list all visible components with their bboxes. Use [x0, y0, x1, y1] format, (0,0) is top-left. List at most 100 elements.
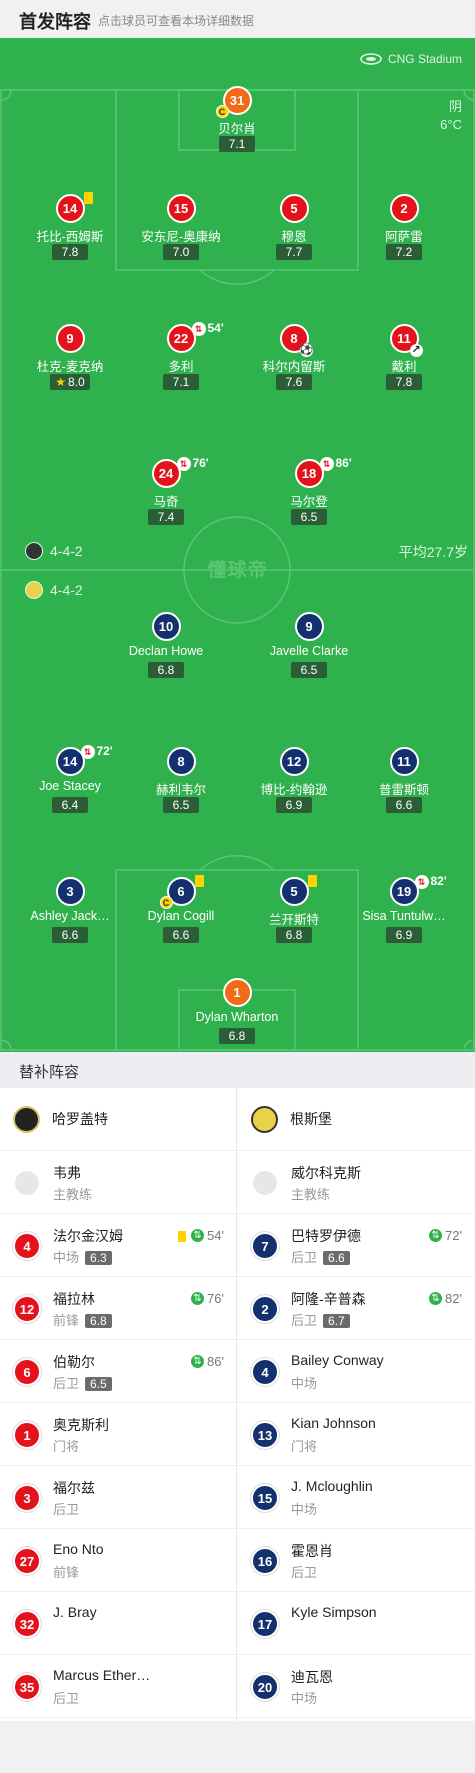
sub-number: 15	[251, 1484, 279, 1512]
away-player[interactable]: 14 ⇅ 72' Joe Stacey 6.4	[10, 744, 130, 814]
sub-row[interactable]: 27 Eno Nto 前锋	[0, 1529, 236, 1592]
away-player[interactable]: 11 普雷斯顿 6.6	[344, 747, 464, 814]
sub-row[interactable]: 2 阿隆-辛普森 后卫 6.7 ⇅ 82'	[238, 1277, 474, 1340]
player-number: 18 ⇅ 86'	[294, 456, 352, 488]
player-number: 11 ↗	[389, 324, 423, 357]
home-player[interactable]: 31 C 贝尔肖 7.1	[177, 86, 297, 153]
player-number: 8 ⚽	[279, 324, 313, 357]
sub-in-icon: ⇅	[191, 1229, 205, 1242]
sub-role: 后卫	[53, 1502, 80, 1517]
sub-rating: 6.5	[85, 1377, 112, 1391]
player-rating: 6.6	[163, 927, 199, 943]
away-formation-text: 4-4-2	[50, 582, 83, 598]
sub-role: 后卫	[291, 1313, 318, 1328]
sub-role: 中场	[53, 1250, 80, 1265]
sub-number: 27	[13, 1547, 41, 1575]
sub-number: 4	[251, 1358, 279, 1386]
player-rating: 6.5	[291, 662, 327, 678]
away-player[interactable]: 8 赫利韦尔 6.5	[121, 747, 241, 814]
sub-number: 2	[251, 1295, 279, 1323]
weather-text: 阴	[448, 99, 462, 114]
sub-name: Bailey Conway	[291, 1352, 384, 1368]
away-player[interactable]: 9 Javelle Clarke 6.5	[249, 612, 369, 679]
away-player[interactable]: 19 ⇅ 82' Sisa Tuntulw… 6.9	[344, 874, 464, 944]
away-team-row[interactable]: 根斯堡	[238, 1088, 474, 1151]
sub-row[interactable]: 13 Kian Johnson 门将	[238, 1403, 474, 1466]
sub-name: J. Bray	[53, 1604, 97, 1620]
coach-row[interactable]: 威尔科克斯 主教练	[238, 1151, 474, 1214]
sub-name: 阿隆-辛普森	[291, 1291, 366, 1307]
sub-role: 后卫	[291, 1250, 318, 1265]
assist-boot-icon: ↗	[409, 344, 423, 357]
sub-name: 伯勒尔	[53, 1354, 95, 1370]
header: 首发阵容 点击球员可查看本场详细数据	[0, 0, 475, 38]
player-rating: 6.9	[276, 797, 312, 813]
home-player[interactable]: 22 ⇅ 54' 多利 7.1	[121, 321, 241, 391]
sub-row[interactable]: 35 Marcus Ether… 后卫	[0, 1655, 236, 1718]
player-rating: 6.4	[52, 797, 88, 813]
home-player[interactable]: 14 托比-西姆斯 7.8	[10, 192, 130, 261]
sub-row[interactable]: 3 福尔兹 后卫	[0, 1466, 236, 1529]
away-player[interactable]: 6C Dylan Cogill 6.6	[121, 875, 241, 944]
home-player[interactable]: 5 穆恩 7.7	[234, 194, 354, 261]
coach-avatar-icon	[15, 1171, 39, 1195]
away-player[interactable]: 3 Ashley Jack… 6.6	[10, 877, 130, 944]
home-formation-text: 4-4-2	[50, 543, 83, 559]
sub-row[interactable]: 17 Kyle Simpson	[238, 1592, 474, 1655]
sub-name: Eno Nto	[53, 1541, 104, 1557]
sub-row[interactable]: 15 J. Mcloughlin 中场	[238, 1466, 474, 1529]
away-player[interactable]: 12 博比-约翰逊 6.9	[234, 747, 354, 814]
home-player[interactable]: 24 ⇅ 76' 马奇 7.4	[106, 456, 226, 526]
player-rating: 7.8	[386, 374, 422, 390]
player-name: 戴利	[391, 360, 417, 372]
coach-row[interactable]: 韦弗 主教练	[0, 1151, 236, 1214]
home-player[interactable]: 9 杜克-麦克纳 8.0	[10, 324, 130, 391]
home-player[interactable]: 11 ↗ 戴利 7.8	[344, 324, 464, 391]
sub-name: 迪瓦恩	[291, 1669, 333, 1685]
home-team-badge-icon	[25, 542, 43, 560]
sub-in-time: 86'	[207, 1354, 224, 1369]
sub-row[interactable]: 7 巴特罗伊德 后卫 6.6 ⇅ 72'	[238, 1214, 474, 1277]
player-name: 多利	[168, 360, 194, 372]
sub-row[interactable]: 16 霍恩肖 后卫	[238, 1529, 474, 1592]
player-rating: 7.8	[52, 244, 88, 260]
player-name: 杜克-麦克纳	[36, 360, 104, 372]
player-name: 普雷斯顿	[378, 783, 429, 795]
player-number: 19 ⇅ 82'	[389, 874, 447, 906]
player-rating: 6.8	[148, 662, 184, 678]
sub-row[interactable]: 1 奥克斯利 门将	[0, 1403, 236, 1466]
sub-role: 后卫	[53, 1691, 80, 1706]
sub-number: 4	[13, 1232, 41, 1260]
sub-number: 6	[13, 1358, 41, 1386]
captain-icon: C	[159, 896, 173, 909]
sub-role: 中场	[291, 1502, 318, 1517]
sub-row[interactable]: 6 伯勒尔 后卫 6.5 ⇅ 86'	[0, 1340, 236, 1403]
player-rating: 6.8	[276, 927, 312, 943]
player-rating-best: 8.0	[50, 374, 90, 390]
sub-name: 福尔兹	[53, 1480, 95, 1496]
sub-in-icon: ⇅	[429, 1292, 443, 1305]
substitution-out-icon: ⇅	[80, 745, 95, 759]
sub-row[interactable]: 32 J. Bray	[0, 1592, 236, 1655]
home-player[interactable]: 18 ⇅ 86' 马尔登 6.5	[249, 456, 369, 526]
coach-role: 主教练	[291, 1187, 331, 1202]
home-player[interactable]: 8 ⚽ 科尔内留斯 7.6	[234, 324, 354, 391]
stadium-name: CNG Stadium	[387, 52, 462, 66]
sub-row[interactable]: 20 迪瓦恩 中场	[238, 1655, 474, 1718]
player-number: 10	[151, 612, 181, 641]
sub-row[interactable]: 4 Bailey Conway 中场	[238, 1340, 474, 1403]
home-player[interactable]: 15 安东尼-奥康纳 7.0	[121, 194, 241, 261]
away-player[interactable]: 10 Declan Howe 6.8	[106, 612, 226, 679]
sub-row[interactable]: 4 法尔金汉姆 中场 6.3 ⇅ 54'	[0, 1214, 236, 1277]
substitution-time: 86'	[335, 456, 352, 470]
player-number: 6C	[159, 875, 204, 909]
sub-role: 前锋	[53, 1313, 80, 1328]
player-rating: 6.6	[52, 927, 88, 943]
sub-row[interactable]: 12 福拉林 前锋 6.8 ⇅ 76'	[0, 1277, 236, 1340]
away-player[interactable]: 1 Dylan Wharton 6.8	[177, 978, 297, 1045]
player-name: 赫利韦尔	[155, 783, 206, 795]
home-player[interactable]: 2 阿萨雷 7.2	[344, 194, 464, 261]
sub-number: 20	[251, 1673, 279, 1701]
home-team-row[interactable]: 哈罗盖特	[0, 1088, 236, 1151]
away-player[interactable]: 5 兰开斯特 6.8	[234, 875, 354, 944]
